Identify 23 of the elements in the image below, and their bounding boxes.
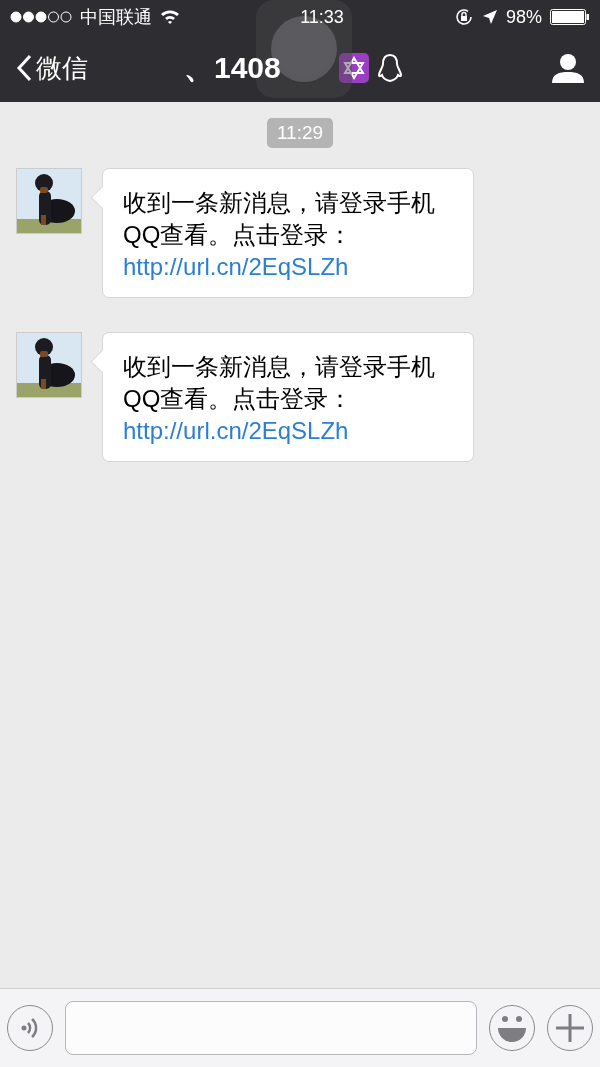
battery-percent: 98% xyxy=(505,6,542,28)
chevron-left-icon xyxy=(16,54,32,82)
rotation-lock-icon xyxy=(453,7,474,27)
person-icon[interactable] xyxy=(552,53,584,83)
back-link[interactable]: 微信 xyxy=(16,50,88,86)
carrier-name: 中国联通 xyxy=(80,6,152,29)
message-link[interactable]: http://url.cn/2EqSLZh xyxy=(123,251,443,283)
signal-icon xyxy=(10,11,72,23)
message-text: 收到一条新消息，请登录手机QQ查看。点击登录： xyxy=(123,353,435,412)
sound-wave-icon xyxy=(20,1015,40,1041)
chat-title: 、1408 xyxy=(184,49,281,86)
star-emoji-icon xyxy=(338,53,369,83)
location-arrow-icon xyxy=(481,9,498,25)
status-time: 11:33 xyxy=(300,6,344,28)
penguin-icon xyxy=(376,53,403,83)
smiley-icon xyxy=(496,1014,528,1042)
battery-icon xyxy=(550,9,590,25)
plus-icon xyxy=(556,1014,584,1042)
message-text: 收到一条新消息，请登录手机QQ查看。点击登录： xyxy=(123,189,435,248)
wifi-icon xyxy=(160,9,180,25)
message-link[interactable]: http://url.cn/2EqSLZh xyxy=(123,415,443,447)
message-input-field[interactable] xyxy=(65,1001,477,1055)
message-timestamp: 11:29 xyxy=(266,118,334,148)
